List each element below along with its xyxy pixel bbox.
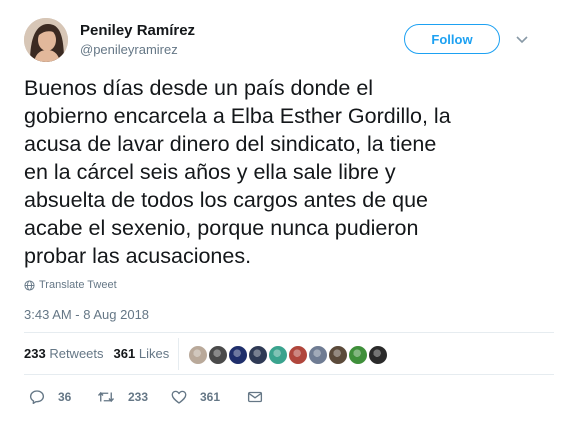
globe-icon: [24, 279, 35, 291]
tweet-text-line: acabe el sexenio, porque nunca pudieron: [24, 216, 419, 240]
liker-avatar[interactable]: [267, 344, 289, 366]
user-handle[interactable]: @penileyramirez: [80, 42, 178, 57]
liker-avatar[interactable]: [207, 344, 229, 366]
divider: [24, 374, 554, 375]
liker-avatar[interactable]: [307, 344, 329, 366]
direct-message-button[interactable]: [246, 386, 264, 408]
profile-photo: [24, 18, 68, 62]
reply-button[interactable]: 36: [28, 386, 71, 408]
retweet-icon: [97, 391, 115, 403]
tweet-text: Buenos días desde un país donde el gobie…: [24, 74, 554, 270]
liker-avatar[interactable]: [187, 344, 209, 366]
retweets-stat[interactable]: 233 Retweets: [24, 346, 104, 361]
translate-tweet-link[interactable]: Translate Tweet: [24, 279, 117, 291]
retweets-count: 233: [24, 346, 46, 361]
tweet-text-line: absuelta de todos los cargos antes de qu…: [24, 188, 429, 212]
liker-avatar[interactable]: [347, 344, 369, 366]
tweet-text-line: Buenos días desde un país donde el: [24, 76, 374, 100]
likes-label: Likes: [138, 346, 170, 361]
liker-avatar[interactable]: [287, 344, 309, 366]
tweet-timestamp[interactable]: 3:43 AM - 8 Aug 2018: [24, 307, 149, 322]
likes-count: 361: [113, 346, 136, 361]
retweet-count: 233: [128, 390, 149, 404]
reply-count: 36: [58, 390, 72, 404]
retweets-label: Retweets: [49, 346, 104, 361]
tweet-text-line: gobierno encarcela a Elba Esther Gordill…: [24, 104, 451, 128]
tweet-text-line: en la cárcel seis años y ella sale libre…: [24, 160, 396, 184]
avatar[interactable]: [24, 18, 68, 62]
follow-button[interactable]: Follow: [404, 24, 500, 54]
like-count: 361: [200, 390, 221, 404]
tweet-text-line: acusa de lavar dinero del sindicato, la …: [24, 132, 437, 156]
divider: [24, 332, 554, 333]
heart-icon: [171, 390, 187, 404]
retweet-button[interactable]: 233: [96, 386, 148, 408]
likes-stat[interactable]: 361 Likes: [114, 346, 170, 361]
chevron-down-icon[interactable]: [512, 30, 532, 50]
tweet-stats: 233 Retweets 361 Likes: [24, 346, 169, 361]
liker-avatar[interactable]: [327, 344, 349, 366]
translate-label: Translate Tweet: [39, 279, 117, 291]
stats-separator: [178, 338, 179, 370]
liker-avatar[interactable]: [367, 344, 389, 366]
liker-avatar[interactable]: [247, 344, 269, 366]
liker-avatar[interactable]: [227, 344, 249, 366]
tweet-text-line: probar las acusaciones.: [24, 244, 252, 268]
tweet-card: Peniley Ramírez @penileyramirez Follow B…: [0, 0, 567, 423]
display-name[interactable]: Peniley Ramírez: [80, 22, 195, 39]
envelope-icon: [247, 391, 263, 403]
liker-avatars: [187, 344, 389, 366]
reply-icon: [29, 390, 45, 405]
like-button[interactable]: 361: [170, 386, 220, 408]
